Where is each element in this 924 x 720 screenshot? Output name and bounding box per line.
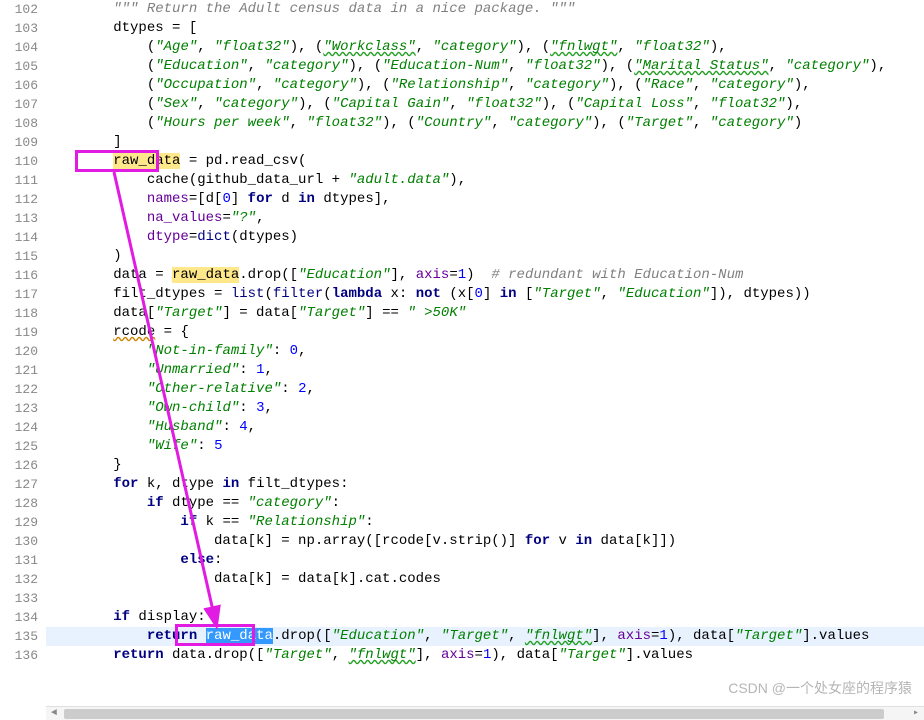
- line-number: 110: [0, 152, 38, 171]
- line-number: 118: [0, 304, 38, 323]
- line-number: 103: [0, 19, 38, 38]
- code-line[interactable]: "Own-child": 3,: [46, 399, 924, 418]
- code-line[interactable]: dtype=dict(dtypes): [46, 228, 924, 247]
- scroll-left-icon[interactable]: ◄: [48, 709, 60, 719]
- code-line[interactable]: na_values="?",: [46, 209, 924, 228]
- line-number: 134: [0, 608, 38, 627]
- line-number: 108: [0, 114, 38, 133]
- code-line[interactable]: }: [46, 456, 924, 475]
- line-number: 120: [0, 342, 38, 361]
- line-number: 121: [0, 361, 38, 380]
- line-number: 133: [0, 589, 38, 608]
- code-line[interactable]: data[k] = np.array([rcode[v.strip()] for…: [46, 532, 924, 551]
- line-number: 126: [0, 456, 38, 475]
- code-line[interactable]: [46, 589, 924, 608]
- code-line[interactable]: "Other-relative": 2,: [46, 380, 924, 399]
- code-line[interactable]: return raw_data.drop(["Education", "Targ…: [46, 627, 924, 646]
- code-line[interactable]: "Not-in-family": 0,: [46, 342, 924, 361]
- line-number: 112: [0, 190, 38, 209]
- code-line[interactable]: names=[d[0] for d in dtypes],: [46, 190, 924, 209]
- line-number: 136: [0, 646, 38, 665]
- line-number: 123: [0, 399, 38, 418]
- code-line[interactable]: ("Sex", "category"), ("Capital Gain", "f…: [46, 95, 924, 114]
- line-number: 105: [0, 57, 38, 76]
- line-number: 125: [0, 437, 38, 456]
- code-line[interactable]: data[k] = data[k].cat.codes: [46, 570, 924, 589]
- line-number: 130: [0, 532, 38, 551]
- code-line[interactable]: if dtype == "category":: [46, 494, 924, 513]
- line-number-gutter: 1021031041051061071081091101111121131141…: [0, 0, 46, 720]
- code-line[interactable]: ]: [46, 133, 924, 152]
- line-number: 128: [0, 494, 38, 513]
- code-line[interactable]: ): [46, 247, 924, 266]
- code-line[interactable]: ("Education", "category"), ("Education-N…: [46, 57, 924, 76]
- line-number: 127: [0, 475, 38, 494]
- code-line[interactable]: raw_data = pd.read_csv(: [46, 152, 924, 171]
- line-number: 109: [0, 133, 38, 152]
- line-number: 114: [0, 228, 38, 247]
- code-line[interactable]: data["Target"] = data["Target"] == " >50…: [46, 304, 924, 323]
- line-number: 113: [0, 209, 38, 228]
- line-number: 135: [0, 627, 38, 646]
- code-line[interactable]: "Husband": 4,: [46, 418, 924, 437]
- line-number: 106: [0, 76, 38, 95]
- code-line[interactable]: """ Return the Adult census data in a ni…: [46, 0, 924, 19]
- code-area[interactable]: """ Return the Adult census data in a ni…: [46, 0, 924, 720]
- line-number: 119: [0, 323, 38, 342]
- line-number: 104: [0, 38, 38, 57]
- code-line[interactable]: return data.drop(["Target", "fnlwgt"], a…: [46, 646, 924, 665]
- line-number: 117: [0, 285, 38, 304]
- code-line[interactable]: ("Hours per week", "float32"), ("Country…: [46, 114, 924, 133]
- code-line[interactable]: dtypes = [: [46, 19, 924, 38]
- code-line[interactable]: cache(github_data_url + "adult.data"),: [46, 171, 924, 190]
- code-line[interactable]: "Wife": 5: [46, 437, 924, 456]
- code-line[interactable]: else:: [46, 551, 924, 570]
- line-number: 111: [0, 171, 38, 190]
- line-number: 132: [0, 570, 38, 589]
- code-line[interactable]: if display:: [46, 608, 924, 627]
- scroll-right-icon[interactable]: ▸: [910, 709, 922, 719]
- code-line[interactable]: rcode = {: [46, 323, 924, 342]
- code-line[interactable]: for k, dtype in filt_dtypes:: [46, 475, 924, 494]
- code-line[interactable]: if k == "Relationship":: [46, 513, 924, 532]
- line-number: 122: [0, 380, 38, 399]
- line-number: 131: [0, 551, 38, 570]
- horizontal-scrollbar[interactable]: ◄ ▸: [46, 706, 924, 720]
- code-line[interactable]: filt_dtypes = list(filter(lambda x: not …: [46, 285, 924, 304]
- line-number: 107: [0, 95, 38, 114]
- code-line[interactable]: ("Age", "float32"), ("Workclass", "categ…: [46, 38, 924, 57]
- line-number: 115: [0, 247, 38, 266]
- code-line[interactable]: data = raw_data.drop(["Education"], axis…: [46, 266, 924, 285]
- code-line[interactable]: "Unmarried": 1,: [46, 361, 924, 380]
- line-number: 116: [0, 266, 38, 285]
- scrollbar-thumb[interactable]: [64, 709, 884, 719]
- line-number: 102: [0, 0, 38, 19]
- code-editor[interactable]: 1021031041051061071081091101111121131141…: [0, 0, 924, 720]
- line-number: 124: [0, 418, 38, 437]
- code-line[interactable]: ("Occupation", "category"), ("Relationsh…: [46, 76, 924, 95]
- line-number: 129: [0, 513, 38, 532]
